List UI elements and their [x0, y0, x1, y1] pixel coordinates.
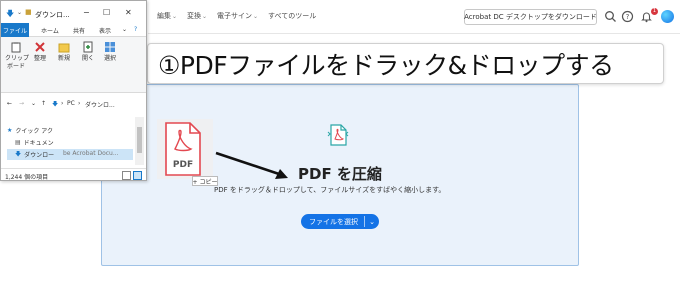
folder-icon: ■: [25, 8, 32, 16]
organize-icon: [35, 42, 45, 52]
explorer-title: ダウンロ...: [35, 11, 70, 19]
ribbon-select[interactable]: 選択: [99, 41, 121, 63]
nav-documents-label: ドキュメン: [23, 140, 54, 147]
close-icon[interactable]: ✕: [125, 8, 132, 17]
ribbon-new-label: 新規: [57, 55, 70, 62]
star-icon: ★: [7, 127, 13, 134]
nav-all-tools[interactable]: すべてのツール: [268, 11, 316, 21]
chevron-down-icon: ⌄: [253, 13, 259, 20]
ribbon-expand-icon[interactable]: ⌄: [122, 26, 127, 33]
download-icon: 🡇: [52, 101, 59, 108]
notification-badge: 1: [651, 8, 658, 15]
ribbon-select-label: 選択: [103, 55, 116, 62]
help-icon[interactable]: ?: [134, 26, 137, 33]
ribbon-organize-label: 整理: [33, 55, 46, 62]
recent-chevron-icon[interactable]: ⌄: [31, 100, 36, 107]
item-count: 1,244 個の項目: [5, 174, 49, 181]
drag-arrow: [215, 151, 288, 179]
chevron-down-icon[interactable]: ⌄: [365, 218, 379, 226]
file-explorer-window[interactable]: 🡇 ⌄ ■ ダウンロ... − ☐ ✕ ファイル ホーム 共有 表示 ⌄ ? ク…: [0, 0, 147, 181]
nav-quick-access[interactable]: ★ クイック アク: [7, 125, 133, 136]
folder-down-icon: 🡇: [6, 9, 15, 18]
avatar[interactable]: [661, 10, 674, 23]
nav-esign-label: 電子サイン: [217, 12, 252, 20]
chevron-down-icon: ⌄: [172, 13, 178, 20]
chevron-down-icon: ⌄: [202, 13, 208, 20]
ribbon-clipboard-label: クリップ ボード: [5, 55, 30, 70]
maximize-icon[interactable]: ☐: [103, 8, 110, 17]
help-icon[interactable]: ?: [621, 10, 634, 23]
nav-edit[interactable]: 編集⌄: [157, 11, 177, 21]
explorer-titlebar[interactable]: 🡇 ⌄ ■ ダウンロ... − ☐ ✕: [1, 1, 146, 23]
large-icons-view-icon[interactable]: [133, 171, 142, 180]
svg-text:?: ?: [626, 13, 630, 21]
download-icon: 🡇: [15, 150, 22, 158]
tool-description: PDF をドラッグ＆ドロップして、ファイルサイズをすばやく縮小します。: [214, 186, 446, 194]
nav-edit-label: 編集: [157, 12, 171, 20]
up-icon[interactable]: ↑: [41, 100, 46, 107]
open-icon: [83, 41, 93, 53]
select-icon: [105, 42, 115, 52]
nav-downloads-label: ダウンロー: [24, 152, 55, 159]
ribbon-clipboard[interactable]: クリップ ボード: [5, 41, 30, 71]
file-list-item[interactable]: be Acrobat Docu...: [63, 148, 136, 158]
ribbon-open-label: 開く: [81, 55, 94, 62]
download-desktop-button[interactable]: Acrobat DC デスクトップをダウンロード: [464, 9, 597, 25]
top-navigation: 編集⌄ 変換⌄ 電子サイン⌄ すべてのツール: [148, 0, 680, 34]
instruction-banner: ①PDFファイルをドラック&ドロップする: [147, 43, 664, 84]
nav-esign[interactable]: 電子サイン⌄: [217, 11, 258, 21]
minimize-icon[interactable]: −: [83, 8, 90, 17]
forward-icon[interactable]: →: [19, 100, 24, 107]
pdf-file-icon: PDF: [165, 122, 201, 176]
ribbon: クリップ ボード 整理 新規 開く 選択: [1, 37, 146, 93]
tab-file[interactable]: ファイル: [1, 23, 29, 37]
ribbon-organize[interactable]: 整理: [29, 41, 51, 63]
ribbon-tabs: ファイル ホーム 共有 表示 ⌄ ?: [1, 23, 146, 37]
new-folder-icon: [58, 43, 70, 53]
ribbon-new[interactable]: 新規: [53, 41, 75, 63]
breadcrumb-downloads[interactable]: ダウンロ...: [85, 100, 115, 109]
details-view-icon[interactable]: [122, 171, 131, 180]
breadcrumb-separator: ›: [61, 100, 64, 107]
scrollbar-thumb[interactable]: [137, 127, 142, 153]
tab-home[interactable]: ホーム: [41, 26, 59, 35]
scrollbar[interactable]: [135, 117, 144, 165]
tab-share[interactable]: 共有: [73, 26, 85, 35]
search-icon[interactable]: [604, 10, 617, 23]
nav-convert-label: 変換: [187, 12, 201, 20]
nav-documents[interactable]: ▤ ドキュメン: [7, 137, 133, 148]
back-icon[interactable]: ←: [7, 100, 12, 107]
ribbon-open[interactable]: 開く: [77, 41, 99, 63]
compress-pdf-icon: [327, 124, 349, 146]
breadcrumb-separator: ›: [78, 100, 81, 107]
select-file-label: ファイルを選択: [309, 217, 358, 226]
tool-title: PDF を圧縮: [298, 165, 382, 183]
tab-view[interactable]: 表示: [99, 26, 111, 35]
dragged-pdf-file[interactable]: PDF: [157, 119, 213, 179]
nav-all-tools-label: すべてのツール: [268, 12, 317, 20]
status-bar: 1,244 個の項目: [1, 168, 146, 181]
nav-quick-access-label: クイック アク: [15, 128, 53, 135]
quick-access-toolbar-icon[interactable]: ⌄: [17, 9, 22, 16]
select-file-button[interactable]: ファイルを選択 ⌄: [301, 214, 379, 229]
address-bar[interactable]: ← → ⌄ ↑ 🡇 › PC › ダウンロ...: [1, 96, 146, 112]
document-icon: ▤: [15, 139, 21, 146]
clipboard-icon: [11, 42, 21, 53]
navigation-pane: ★ クイック アク ▤ ドキュメン 🡇 ダウンロー be Acrobat Doc…: [1, 117, 146, 167]
pdf-file-label: PDF: [173, 160, 193, 170]
nav-convert[interactable]: 変換⌄: [187, 11, 207, 21]
breadcrumb-pc[interactable]: PC: [67, 100, 75, 107]
